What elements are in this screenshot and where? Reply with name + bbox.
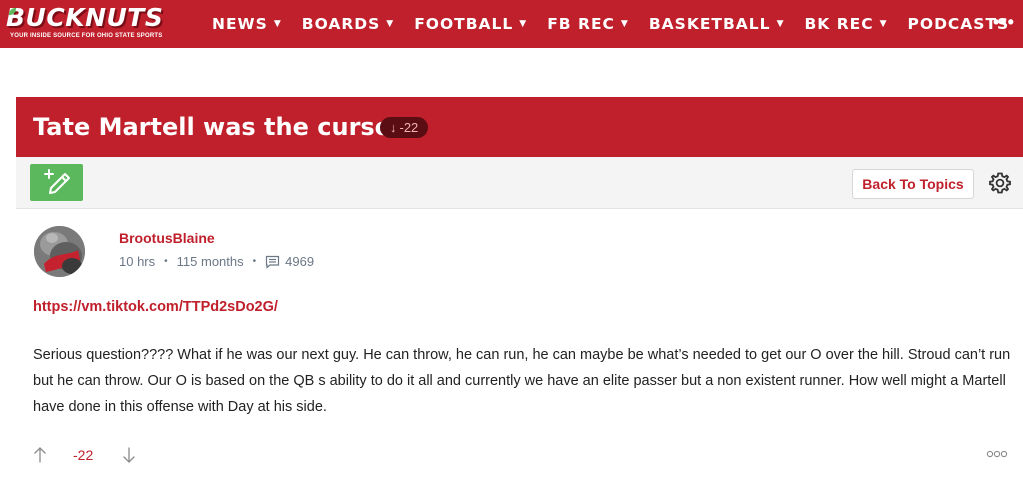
post-count: 4969 bbox=[285, 254, 315, 269]
caret-down-icon: ▼ bbox=[879, 19, 888, 29]
post-author[interactable]: BrootusBlaine bbox=[119, 230, 215, 246]
logo-wordmark: BUCKNUTS bbox=[6, 3, 164, 32]
caret-down-icon: ▼ bbox=[620, 19, 629, 29]
comment-icon bbox=[266, 255, 280, 269]
topic-vote-score: -22 bbox=[399, 120, 419, 135]
more-options-icon[interactable] bbox=[986, 449, 1008, 459]
avatar-image bbox=[34, 226, 85, 277]
caret-down-icon: ▼ bbox=[386, 19, 395, 29]
post: BrootusBlaine 10 hrs • 115 months • 4969… bbox=[16, 209, 1023, 484]
topic-title: Tate Martell was the curse bbox=[33, 113, 391, 141]
site-logo[interactable]: BUCKNUTS YOUR INSIDE SOURCE FOR OHIO STA… bbox=[6, 4, 192, 44]
nav-label: BASKETBALL bbox=[648, 15, 771, 33]
nav-boards[interactable]: BOARDS ▼ bbox=[302, 15, 394, 33]
nav-football[interactable]: FOOTBALL ▼ bbox=[414, 15, 527, 33]
caret-down-icon: ▼ bbox=[776, 19, 785, 29]
avatar[interactable] bbox=[34, 226, 85, 277]
topic-toolbar: Back To Topics bbox=[16, 157, 1023, 209]
nav-news[interactable]: NEWS ▼ bbox=[212, 15, 282, 33]
downvote-icon[interactable] bbox=[122, 446, 136, 464]
nav-label: FOOTBALL bbox=[414, 15, 514, 33]
caret-down-icon: ▼ bbox=[273, 19, 282, 29]
member-duration: 115 months bbox=[176, 254, 244, 269]
nav-label: NEWS bbox=[212, 15, 268, 33]
main-nav: NEWS ▼ BOARDS ▼ FOOTBALL ▼ FB REC ▼ BASK… bbox=[212, 0, 1023, 48]
leaf-icon bbox=[8, 7, 17, 16]
upvote-icon[interactable] bbox=[33, 446, 47, 464]
post-score: -22 bbox=[73, 447, 94, 463]
nav-bk-rec[interactable]: BK REC ▼ bbox=[804, 15, 887, 33]
gear-icon[interactable] bbox=[988, 171, 1012, 195]
nav-label: FB REC bbox=[547, 15, 615, 33]
nav-label: BK REC bbox=[804, 15, 874, 33]
meta-separator: • bbox=[164, 256, 168, 267]
logo-tagline: YOUR INSIDE SOURCE FOR OHIO STATE SPORTS bbox=[10, 33, 163, 39]
topic-header: Tate Martell was the curse ↓ -22 bbox=[16, 97, 1023, 157]
post-time: 10 hrs bbox=[119, 254, 156, 269]
post-body: Serious question???? What if he was our … bbox=[33, 347, 1011, 415]
nav-basketball[interactable]: BASKETBALL ▼ bbox=[649, 15, 785, 33]
post-meta: 10 hrs • 115 months • 4969 bbox=[119, 254, 314, 269]
nav-label: BOARDS bbox=[301, 15, 381, 33]
new-post-icon bbox=[44, 169, 70, 194]
post-actions: -22 bbox=[33, 443, 1023, 467]
topic-vote-badge: ↓ -22 bbox=[380, 117, 429, 138]
meta-separator: • bbox=[252, 256, 257, 267]
post-link[interactable]: https://vm.tiktok.com/TTPd2sDo2G/ bbox=[33, 299, 278, 315]
new-post-button[interactable] bbox=[30, 164, 83, 201]
top-navbar: BUCKNUTS YOUR INSIDE SOURCE FOR OHIO STA… bbox=[0, 0, 1023, 48]
down-arrow-icon: ↓ bbox=[390, 120, 397, 135]
nav-fb-rec[interactable]: FB REC ▼ bbox=[547, 15, 629, 33]
nav-more-icon[interactable]: ••• bbox=[993, 12, 1015, 33]
caret-down-icon: ▼ bbox=[519, 19, 528, 29]
back-to-topics-button[interactable]: Back To Topics bbox=[852, 169, 974, 199]
